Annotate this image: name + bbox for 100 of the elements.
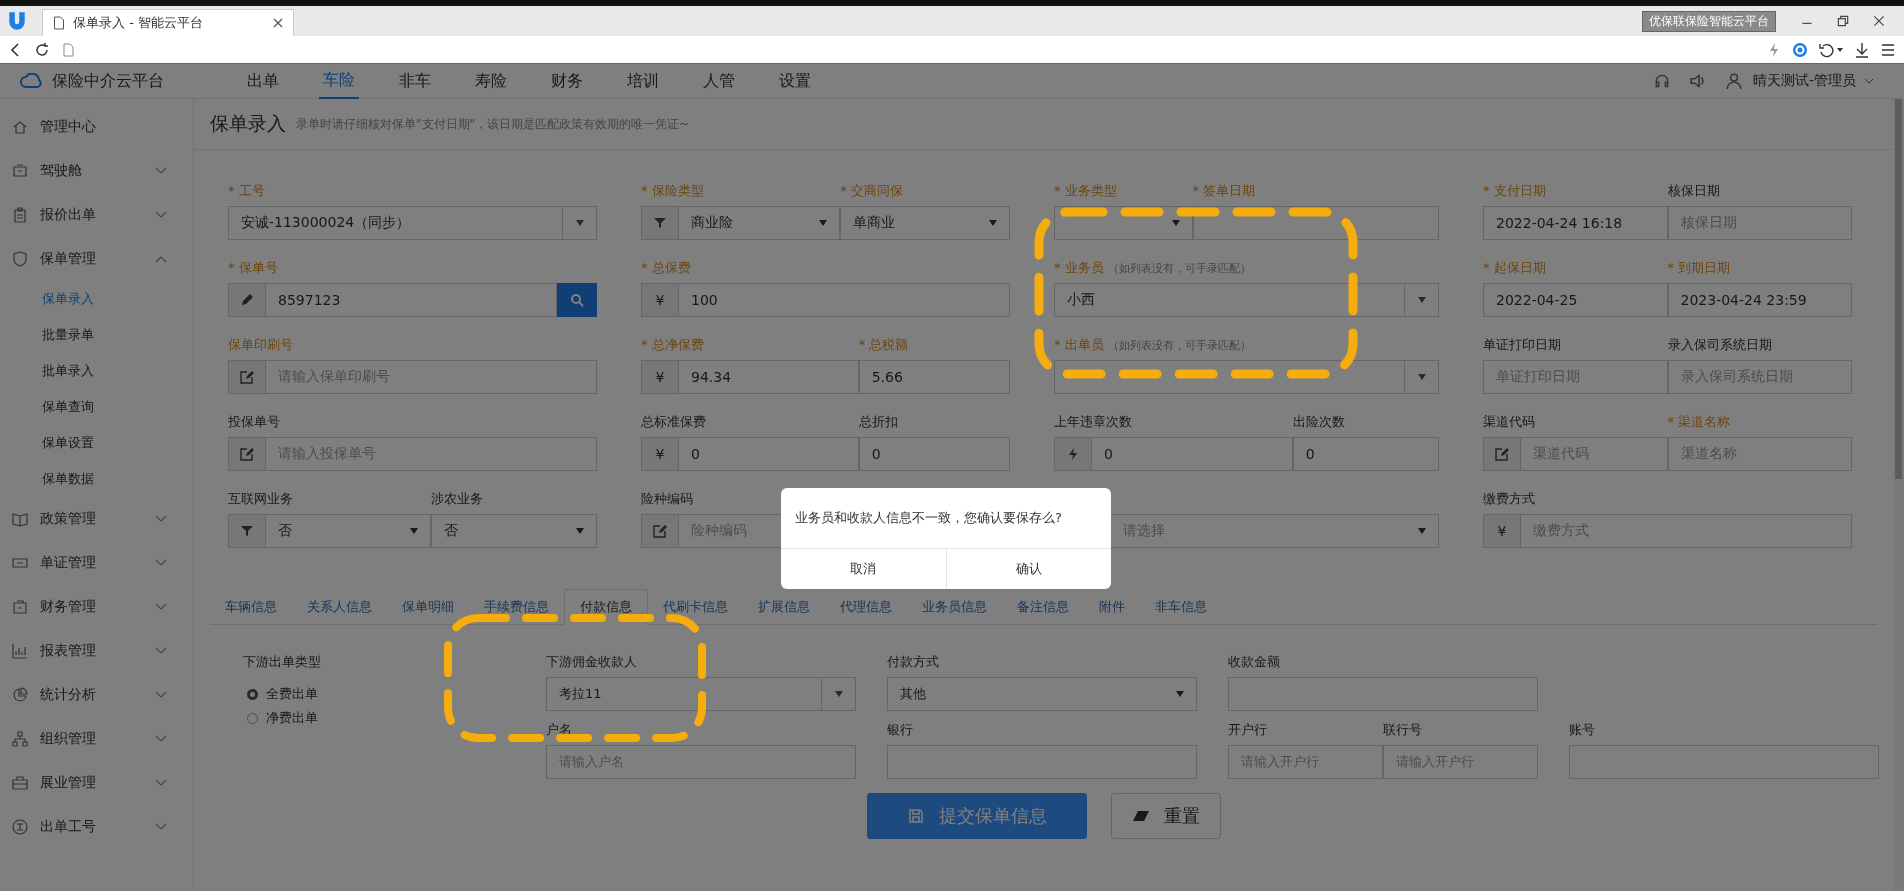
text-field[interactable]: 0 — [858, 437, 1010, 471]
select-field[interactable]: 商业险 — [678, 206, 841, 240]
field-label: 账号 — [1569, 721, 1595, 739]
field-label: * 总保费 — [641, 259, 691, 277]
nav-tab[interactable]: 人管 — [699, 64, 739, 98]
text-field[interactable]: 考拉11 — [546, 677, 822, 711]
sidebar-subitem[interactable]: 批量录单 — [0, 317, 193, 353]
brand-name: 保险中介云平台 — [52, 70, 164, 92]
text-field[interactable]: 94.34 — [678, 360, 859, 394]
sidebar-item[interactable]: 组织管理 — [0, 717, 193, 761]
currency-addon: ¥ — [641, 437, 678, 471]
field-label: 开户行 — [1228, 721, 1267, 739]
sidebar-item[interactable]: 政策管理 — [0, 497, 193, 541]
field-label: 总折扣 — [858, 413, 898, 431]
nav-tab[interactable]: 寿险 — [471, 64, 511, 98]
field-label: * 工号 — [228, 182, 265, 200]
text-field[interactable]: 小西 — [1054, 283, 1405, 317]
field-label: * 业务类型 — [1054, 182, 1117, 200]
section-tab[interactable]: 付款信息 — [564, 589, 648, 625]
field-label: 出险次数 — [1292, 413, 1345, 431]
sidebar-item[interactable]: 统计分析 — [0, 673, 193, 717]
text-field[interactable]: 8597123 — [265, 283, 557, 317]
sidebar-item[interactable]: 驾驶舱 — [0, 149, 193, 193]
sidebar-subitem[interactable]: 批单录入 — [0, 353, 193, 389]
field-label: * 总税额 — [858, 336, 909, 354]
field-label: * 保单号 — [228, 259, 278, 277]
browser-tab[interactable]: 保单录入 - 智能云平台 — [42, 9, 294, 36]
currency-addon: ¥ — [641, 360, 678, 394]
field-label: 保单印刷号 — [228, 336, 293, 354]
section-tab[interactable]: 保单明细 — [387, 590, 469, 624]
currency-addon: ¥ — [641, 283, 678, 317]
field-label: 联行号 — [1383, 721, 1422, 739]
text-field[interactable]: 2022-04-24 16:18 — [1483, 206, 1668, 240]
sidebar-item[interactable]: 展业管理 — [0, 761, 193, 805]
field-label: * 出单员 — [1054, 336, 1104, 354]
cancel-button[interactable]: 取消 — [781, 549, 946, 589]
text-field[interactable]: 0 — [1292, 437, 1439, 471]
sidebar-subitem[interactable]: 保单数据 — [0, 461, 193, 497]
section-tab[interactable]: 非车信息 — [1140, 590, 1222, 624]
field-label: * 总净保费 — [641, 336, 704, 354]
section-tab[interactable]: 业务员信息 — [907, 590, 1002, 624]
select-field[interactable]: 否 — [430, 514, 597, 548]
sidebar-subitem[interactable]: 保单设置 — [0, 425, 193, 461]
field-label: * 到期日期 — [1667, 259, 1731, 277]
field-label: 核保日期 — [1667, 182, 1720, 200]
section-tab[interactable]: 代刷卡信息 — [648, 590, 743, 624]
select-field[interactable]: 其他 — [887, 677, 1197, 711]
radio-option[interactable]: 全费出单 — [247, 685, 318, 703]
field-label: 银行 — [887, 721, 913, 739]
text-field[interactable]: 2023-04-24 23:59 — [1667, 283, 1852, 317]
text-field[interactable]: 100 — [678, 283, 1010, 317]
sidebar-item[interactable]: 报表管理 — [0, 629, 193, 673]
text-field[interactable]: 2022-04-25 — [1483, 283, 1668, 317]
sidebar-subitem[interactable]: 保单查询 — [0, 389, 193, 425]
text-field[interactable]: 安诚-113000024（同步） — [228, 206, 563, 240]
section-tab[interactable]: 附件 — [1084, 590, 1140, 624]
field-label: 付款方式 — [887, 653, 939, 671]
field-label: * 支付日期 — [1483, 182, 1546, 200]
radio-option[interactable]: 净费出单 — [247, 709, 318, 727]
field-label: 投保单号 — [228, 413, 280, 431]
field-label: 涉农业务 — [430, 490, 483, 508]
site-label: 优保联保险智能云平台 — [1642, 10, 1776, 32]
text-field[interactable]: 0 — [678, 437, 859, 471]
submit-button[interactable]: 提交保单信息 — [867, 793, 1087, 839]
sidebar-item[interactable]: 单证管理 — [0, 541, 193, 585]
text-field[interactable]: 5.66 — [858, 360, 1010, 394]
field-label: 录入保司系统日期 — [1667, 336, 1772, 354]
field-label: * 业务员 — [1054, 259, 1104, 277]
section-tab[interactable]: 代理信息 — [825, 590, 907, 624]
nav-tab[interactable]: 出单 — [243, 64, 283, 98]
nav-tab[interactable]: 培训 — [623, 64, 663, 98]
sidebar-item[interactable]: 出单工号 — [0, 805, 193, 849]
sidebar-item[interactable]: 报价出单 — [0, 193, 193, 237]
section-tab[interactable]: 备注信息 — [1002, 590, 1084, 624]
section-tab[interactable]: 关系人信息 — [292, 590, 387, 624]
field-label: * 交商同保 — [840, 182, 903, 200]
page-title: 保单录入 — [210, 111, 286, 136]
field-label: 收款金额 — [1228, 653, 1280, 671]
sidebar-subitem[interactable]: 保单录入 — [0, 281, 193, 317]
nav-tab[interactable]: 非车 — [395, 64, 435, 98]
confirm-button[interactable]: 确认 — [945, 549, 1111, 589]
reset-button[interactable]: 重置 — [1111, 793, 1221, 839]
sidebar-item[interactable]: 保单管理 — [0, 237, 193, 281]
nav-tab[interactable]: 财务 — [547, 64, 587, 98]
currency-addon: ¥ — [1483, 514, 1520, 548]
sidebar-item[interactable]: 管理中心 — [0, 105, 193, 149]
section-tab[interactable]: 扩展信息 — [743, 590, 825, 624]
field-label: * 签单日期 — [1192, 182, 1256, 200]
field-label: 渠道代码 — [1483, 413, 1535, 431]
section-tab[interactable]: 手续费信息 — [469, 590, 564, 624]
section-tab[interactable]: 车辆信息 — [210, 590, 292, 624]
select-field[interactable]: 单商业 — [840, 206, 1010, 240]
nav-tab[interactable]: 设置 — [775, 64, 815, 98]
user-name[interactable]: 晴天测试-管理员 — [1752, 72, 1856, 90]
field-label: * 起保日期 — [1483, 259, 1546, 277]
select-field[interactable]: 否 — [265, 514, 431, 548]
field-label: 总标准保费 — [641, 413, 706, 431]
sidebar-item[interactable]: 财务管理 — [0, 585, 193, 629]
field-label: 缴费方式 — [1483, 490, 1535, 508]
text-field[interactable]: 0 — [1091, 437, 1293, 471]
